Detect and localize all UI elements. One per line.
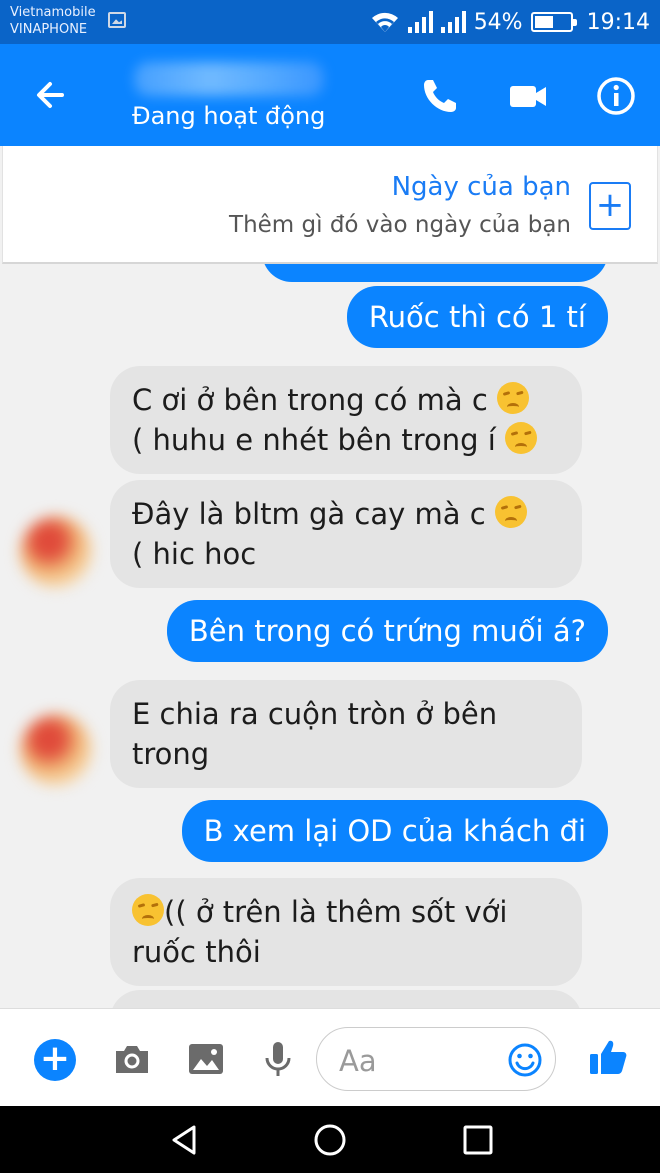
message-text: ( hic hoc (132, 537, 257, 571)
status-indicators: 54% 19:14 (370, 6, 650, 38)
carrier-name-1: Vietnamobile (10, 5, 96, 20)
recents-nav-icon[interactable] (460, 1122, 496, 1158)
contact-avatar[interactable] (20, 516, 92, 588)
message-bubble-outgoing[interactable]: Bên trong có trứng muối á? (166, 600, 608, 662)
phone-call-icon[interactable] (418, 74, 462, 118)
signal-2-icon (440, 11, 466, 33)
my-day-title[interactable]: Ngày của bạn (392, 172, 571, 202)
message-input-placeholder: Aa (339, 1044, 377, 1078)
disappointed-emoji-icon (132, 894, 164, 926)
camera-icon[interactable] (110, 1037, 154, 1081)
video-call-icon[interactable] (506, 74, 550, 118)
battery-icon (530, 12, 577, 32)
message-text: B xem lại OD của khách đi (203, 814, 586, 848)
clock: 19:14 (586, 9, 650, 35)
contact-name-blurred[interactable] (134, 62, 324, 96)
home-nav-icon[interactable] (312, 1122, 348, 1158)
active-status: Đang hoạt động (132, 102, 326, 130)
image-notification-icon (108, 12, 126, 28)
back-arrow-icon[interactable] (28, 72, 74, 118)
message-bubble-incoming[interactable]: C ơi ở bên trong có mà c ( huhu e nhét b… (110, 366, 582, 474)
android-navigation-bar (0, 1106, 660, 1173)
add-to-day-button[interactable]: + (589, 182, 631, 230)
message-text: Ruốc thì có 1 tí (368, 300, 586, 334)
chat-header: Đang hoạt động (0, 44, 660, 146)
carrier-info: Vietnamobile VINAPHONE (10, 4, 96, 38)
message-text: ( huhu e nhét bên trong í (132, 423, 496, 457)
my-day-banner[interactable]: Ngày của bạn Thêm gì đó vào ngày của bạn… (2, 146, 658, 264)
message-text: (( ở trên là thêm sốt với (164, 895, 508, 929)
back-nav-icon[interactable] (166, 1122, 202, 1158)
thumbs-up-icon[interactable] (586, 1035, 630, 1079)
microphone-icon[interactable] (256, 1037, 300, 1081)
message-text: Đây là bltm gà cay mà c (132, 497, 486, 531)
message-composer: + Aa (0, 1008, 660, 1106)
message-bubble-incoming[interactable]: E chia ra cuộn tròn ở bên trong (110, 680, 582, 788)
status-bar: Vietnamobile VINAPHONE 54% 19:14 (0, 0, 660, 44)
info-icon[interactable] (594, 74, 638, 118)
message-text: E chia ra cuộn tròn ở bên (132, 697, 498, 731)
carrier-name-2: VINAPHONE (10, 22, 88, 37)
battery-percent: 54% (473, 9, 523, 35)
message-bubble-partial[interactable] (262, 264, 608, 282)
message-bubble-outgoing[interactable]: B xem lại OD của khách đi (181, 800, 608, 862)
wifi-icon (371, 12, 398, 32)
my-day-subtitle: Thêm gì đó vào ngày của bạn (229, 212, 571, 238)
disappointed-emoji-icon (494, 496, 527, 528)
message-bubble-incoming[interactable]: (( ở trên là thêm sốt với ruốc thôi (110, 878, 582, 986)
message-bubble-outgoing[interactable]: Ruốc thì có 1 tí (346, 286, 608, 348)
message-text: trong (132, 737, 210, 771)
gallery-icon[interactable] (184, 1037, 228, 1081)
message-text: Bên trong có trứng muối á? (188, 614, 586, 648)
disappointed-emoji-icon (505, 422, 538, 454)
message-input[interactable]: Aa (316, 1027, 556, 1091)
disappointed-emoji-icon (497, 382, 530, 414)
message-text: C ơi ở bên trong có mà c (132, 383, 488, 417)
message-bubble-incoming[interactable]: Đây là bltm gà cay mà c ( hic hoc (110, 480, 582, 588)
emoji-picker-icon[interactable] (507, 1042, 543, 1078)
message-list[interactable]: Ruốc thì có 1 tí C ơi ở bên trong có mà … (0, 264, 660, 1008)
signal-1-icon (407, 11, 433, 33)
message-text: ruốc thôi (132, 935, 261, 969)
more-actions-button[interactable]: + (34, 1039, 76, 1081)
contact-avatar[interactable] (20, 714, 92, 786)
message-bubble-partial[interactable] (110, 990, 582, 1008)
